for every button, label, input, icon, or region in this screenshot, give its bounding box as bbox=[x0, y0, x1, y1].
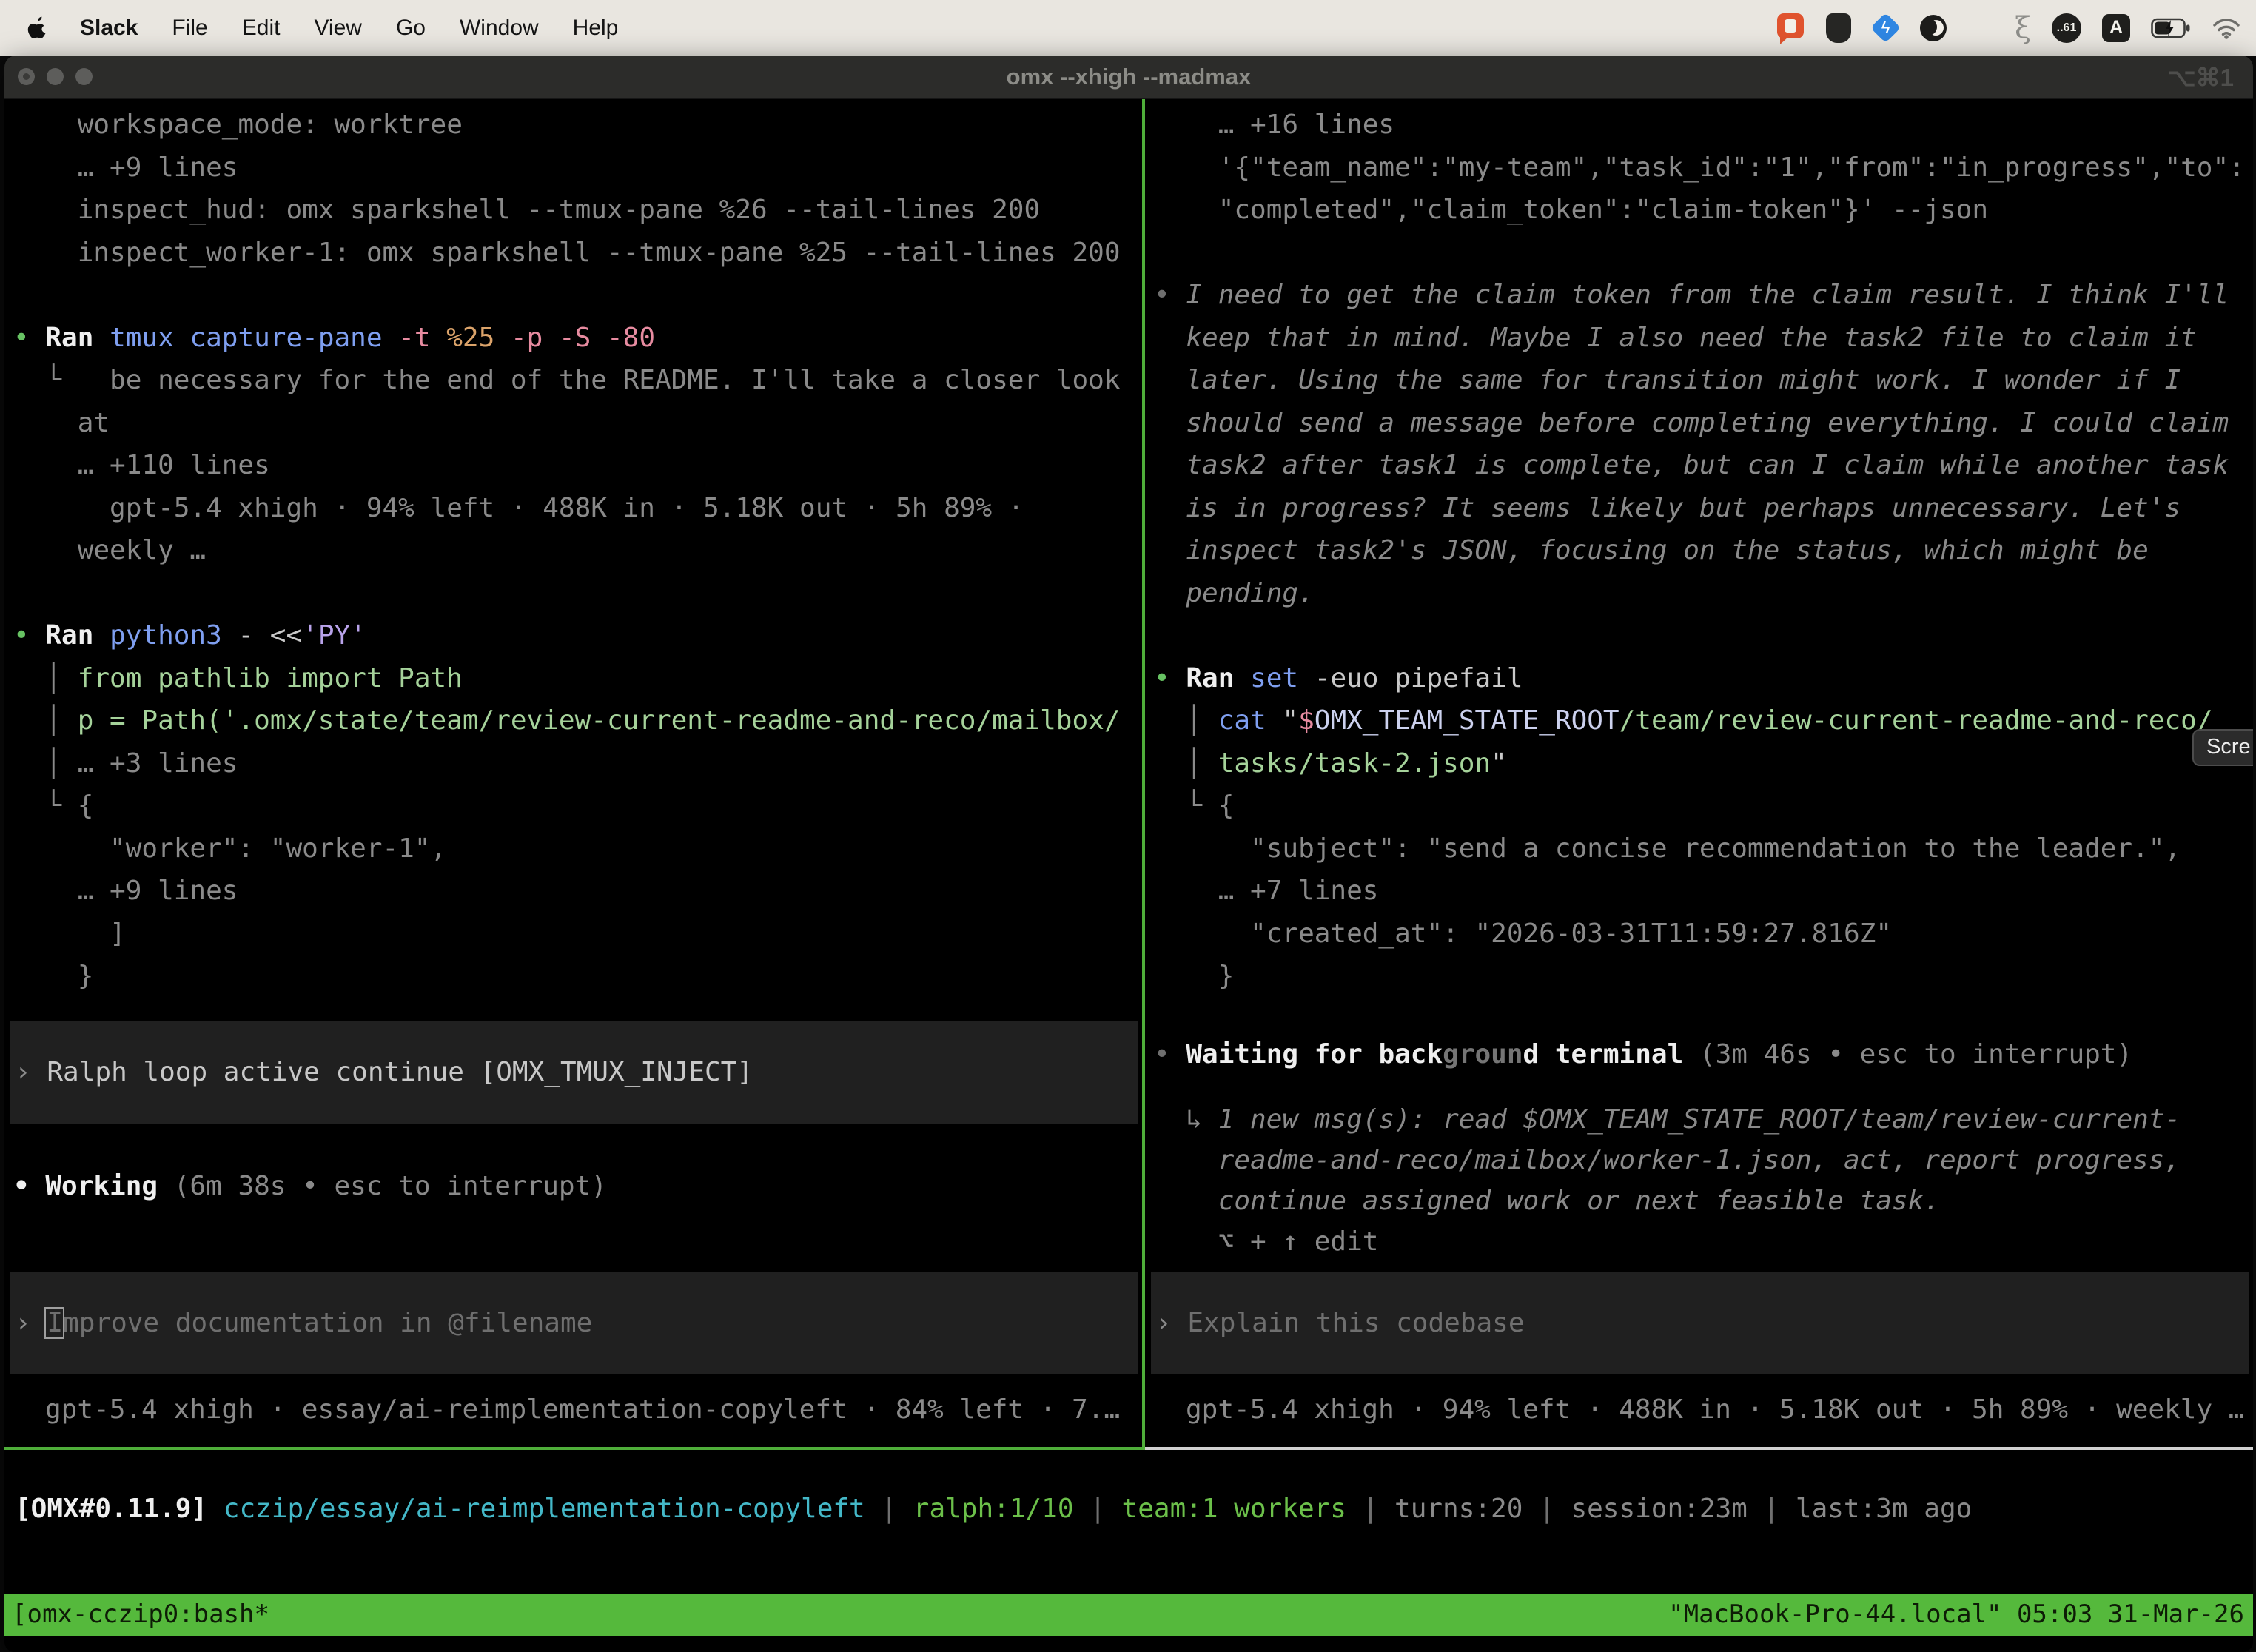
blue-diamond-icon[interactable]: ϟ bbox=[1870, 13, 1901, 43]
banner-chevron: › bbox=[15, 1051, 31, 1094]
macos-menu-bar: Slack File Edit View Go Window Help ϟ ξ … bbox=[0, 0, 2256, 56]
right-pane-bottom-border bbox=[1145, 1447, 2253, 1450]
right-pane: … +16 lines '{"team_name":"my-team","tas… bbox=[1145, 99, 2253, 1447]
menu-help[interactable]: Help bbox=[573, 16, 619, 41]
terminal-window: omx --xhigh --madmax ⌥⌘1 workspace_mode:… bbox=[4, 56, 2253, 1652]
mailbox-message-block: ↳ 1 new msg(s): read $OMX_TEAM_STATE_ROO… bbox=[1154, 1099, 2253, 1262]
left-pane: workspace_mode: worktree … +9 lines insp… bbox=[4, 99, 1142, 1447]
left-pane-bottom-border bbox=[4, 1447, 1145, 1450]
window-shortcut-hint: ⌥⌘1 bbox=[2168, 56, 2234, 98]
crescent-moon-icon[interactable] bbox=[1920, 15, 1947, 41]
prompt-chevron: › bbox=[15, 1302, 31, 1345]
window-title: omx --xhigh --madmax bbox=[4, 56, 2253, 98]
terminal-area: workspace_mode: worktree … +9 lines insp… bbox=[4, 99, 2253, 1652]
right-model-status: gpt-5.4 xhigh · 94% left · 488K in · 5.1… bbox=[1186, 1389, 2253, 1431]
prompt-input-left[interactable]: › Improve documentation in @filename bbox=[10, 1272, 1138, 1374]
input-source-icon[interactable]: A bbox=[2102, 14, 2130, 42]
menu-go[interactable]: Go bbox=[396, 16, 426, 41]
grid-dots-icon[interactable] bbox=[1967, 15, 1994, 41]
menu-bar-left: Slack File Edit View Go Window Help bbox=[0, 16, 618, 41]
left-model-status: gpt-5.4 xhigh · essay/ai-reimplementatio… bbox=[45, 1389, 1142, 1431]
menu-edit[interactable]: Edit bbox=[242, 16, 281, 41]
working-status-line: • Working (6m 38s • esc to interrupt) bbox=[13, 1165, 1142, 1208]
menu-window[interactable]: Window bbox=[460, 16, 539, 41]
menu-file[interactable]: File bbox=[172, 16, 207, 41]
menu-view[interactable]: View bbox=[314, 16, 361, 41]
banner-text: Ralph loop active continue [OMX_TMUX_INJ… bbox=[47, 1051, 753, 1094]
omx-session-status: [OMX#0.11.9] cczip/essay/ai-reimplementa… bbox=[15, 1488, 2253, 1531]
tmux-status-bar: [omx-cczip0:bash* "MacBook-Pro-44.local"… bbox=[4, 1594, 2253, 1636]
tmux-session-name: [omx-cczip0:bash* bbox=[4, 1594, 269, 1636]
tmux-host-clock: "MacBook-Pro-44.local" 05:03 31-Mar-26 bbox=[1668, 1594, 2253, 1636]
text-cursor: I bbox=[47, 1302, 63, 1345]
battery-icon[interactable] bbox=[2151, 18, 2191, 38]
prompt-chevron: › bbox=[1155, 1302, 1172, 1345]
menu-bar-status-icons: ϟ ξ ..61 A bbox=[1776, 12, 2256, 44]
chat-bubble-icon[interactable] bbox=[1776, 12, 1805, 44]
input-placeholder-right: Explain this codebase bbox=[1187, 1302, 1524, 1345]
apple-menu-icon[interactable] bbox=[27, 16, 49, 41]
wifi-icon[interactable] bbox=[2212, 17, 2241, 39]
right-pane-output: … +16 lines '{"team_name":"my-team","tas… bbox=[1154, 104, 2253, 998]
menu-app-name[interactable]: Slack bbox=[80, 16, 138, 41]
input-placeholder-left: mprove documentation in @filename bbox=[63, 1302, 592, 1345]
screen-overlay-chip[interactable]: Scre bbox=[2192, 729, 2253, 766]
ralph-loop-banner: › Ralph loop active continue [OMX_TMUX_I… bbox=[10, 1021, 1138, 1124]
window-title-bar[interactable]: omx --xhigh --madmax ⌥⌘1 bbox=[4, 56, 2253, 99]
left-pane-output: workspace_mode: worktree … +9 lines insp… bbox=[13, 104, 1142, 998]
squiggle-icon[interactable]: ξ bbox=[2015, 13, 2031, 43]
prompt-input-right[interactable]: › Explain this codebase bbox=[1151, 1272, 2249, 1374]
shield-grid-icon[interactable] bbox=[1826, 13, 1851, 43]
waiting-status-line: • Waiting for background terminal (3m 46… bbox=[1154, 1033, 2253, 1076]
badge-61-icon[interactable]: ..61 bbox=[2052, 13, 2081, 43]
